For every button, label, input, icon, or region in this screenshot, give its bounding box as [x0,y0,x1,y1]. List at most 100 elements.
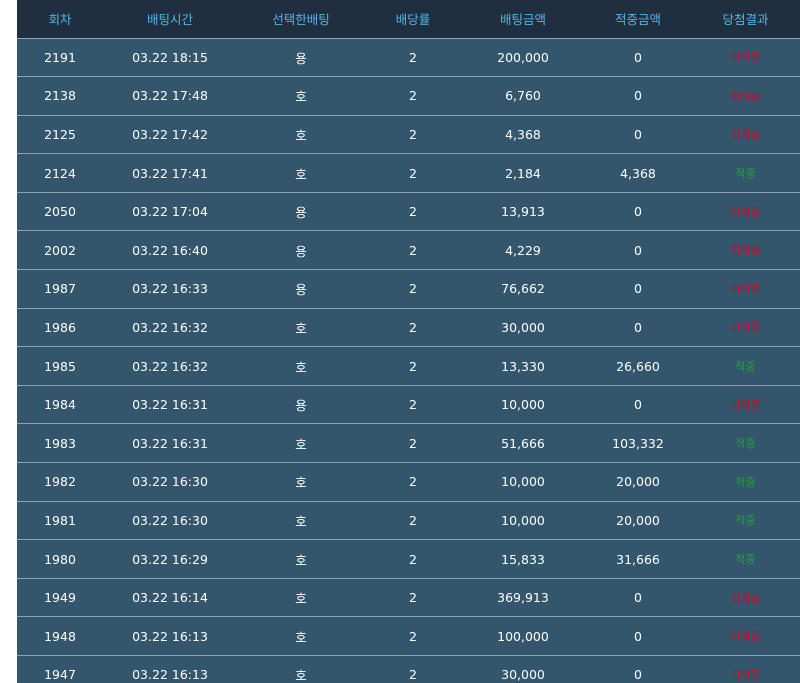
cell-selected-bet: 호 [237,346,365,386]
cell-odds: 2 [365,616,461,656]
cell-selected-bet: 호 [237,115,365,155]
cell-bet-amount: 200,000 [461,38,585,78]
cell-odds: 2 [365,308,461,348]
cell-win-amount: 103,332 [585,423,691,464]
cell-selected-bet: 호 [237,616,365,656]
cell-odds: 2 [365,115,461,155]
cell-round: 1987 [17,269,103,309]
cell-odds: 2 [365,269,461,309]
cell-selected-bet: 호 [237,501,365,541]
cell-result: 미적중 [691,655,800,683]
bet-history-table: 회차 배팅시간 선택한배팅 배당률 배팅금액 적중금액 당첨결과 2191 03.… [17,0,800,683]
cell-bet-amount: 4,229 [461,230,585,271]
cell-win-amount: 20,000 [585,501,691,541]
cell-bet-amount: 51,666 [461,423,585,464]
table-row: 2191 03.22 18:15 용 2 200,000 0 미적중 [17,38,800,78]
cell-selected-bet: 호 [237,539,365,579]
header-row: 회차 배팅시간 선택한배팅 배당률 배팅금액 적중금액 당첨결과 [17,0,800,39]
cell-win-amount: 0 [585,38,691,78]
table-row: 1983 03.22 16:31 호 2 51,666 103,332 적중 [17,423,800,464]
cell-selected-bet: 호 [237,76,365,116]
table-header: 회차 배팅시간 선택한배팅 배당률 배팅금액 적중금액 당첨결과 [17,0,800,39]
cell-bet-amount: 13,330 [461,346,585,386]
cell-selected-bet: 용 [237,230,365,271]
cell-round: 1981 [17,501,103,541]
cell-result: 미적중 [691,115,800,155]
cell-round: 1986 [17,308,103,348]
table-row: 1986 03.22 16:32 호 2 30,000 0 미적중 [17,308,800,348]
cell-selected-bet: 호 [237,153,365,193]
cell-bet-time: 03.22 18:15 [103,38,237,78]
cell-odds: 2 [365,423,461,464]
cell-round: 2125 [17,115,103,155]
cell-win-amount: 0 [585,616,691,656]
table-row: 1949 03.22 16:14 호 2 369,913 0 미적중 [17,578,800,618]
cell-round: 1949 [17,578,103,618]
table-row: 1984 03.22 16:31 용 2 10,000 0 미적중 [17,385,800,425]
cell-result: 미적중 [691,230,800,271]
cell-bet-amount: 2,184 [461,153,585,193]
cell-selected-bet: 호 [237,423,365,464]
cell-result: 미적중 [691,76,800,116]
header-round: 회차 [17,0,103,39]
cell-odds: 2 [365,578,461,618]
cell-result: 적중 [691,346,800,386]
header-win-amount: 적중금액 [585,0,691,39]
cell-bet-time: 03.22 17:48 [103,76,237,116]
cell-result: 미적중 [691,269,800,309]
cell-bet-time: 03.22 16:30 [103,501,237,541]
cell-result: 적중 [691,539,800,579]
table-row: 1948 03.22 16:13 호 2 100,000 0 미적중 [17,616,800,656]
cell-round: 2124 [17,153,103,193]
cell-round: 1982 [17,462,103,502]
cell-round: 1948 [17,616,103,656]
cell-bet-time: 03.22 16:31 [103,423,237,464]
cell-win-amount: 0 [585,308,691,348]
cell-round: 2191 [17,38,103,78]
cell-selected-bet: 호 [237,655,365,683]
cell-bet-time: 03.22 16:13 [103,655,237,683]
cell-bet-time: 03.22 17:04 [103,192,237,232]
cell-odds: 2 [365,462,461,502]
table-row: 1982 03.22 16:30 호 2 10,000 20,000 적중 [17,462,800,502]
table-body: 2191 03.22 18:15 용 2 200,000 0 미적중 2138 03.22 17… [17,38,800,683]
cell-selected-bet: 용 [237,269,365,309]
cell-round: 2050 [17,192,103,232]
cell-bet-amount: 4,368 [461,115,585,155]
cell-odds: 2 [365,192,461,232]
cell-bet-amount: 13,913 [461,192,585,232]
table-row: 1985 03.22 16:32 호 2 13,330 26,660 적중 [17,346,800,386]
cell-win-amount: 0 [585,578,691,618]
cell-result: 미적중 [691,385,800,425]
cell-result: 적중 [691,423,800,464]
cell-bet-time: 03.22 16:30 [103,462,237,502]
cell-round: 1983 [17,423,103,464]
cell-result: 적중 [691,153,800,193]
cell-bet-amount: 15,833 [461,539,585,579]
cell-odds: 2 [365,38,461,78]
table-row: 1947 03.22 16:13 호 2 30,000 0 미적중 [17,655,800,683]
table-row: 2138 03.22 17:48 호 2 6,760 0 미적중 [17,76,800,116]
cell-round: 2138 [17,76,103,116]
cell-win-amount: 4,368 [585,153,691,193]
cell-result: 미적중 [691,578,800,618]
cell-win-amount: 0 [585,269,691,309]
cell-bet-amount: 10,000 [461,501,585,541]
cell-bet-time: 03.22 16:33 [103,269,237,309]
cell-odds: 2 [365,230,461,271]
cell-bet-time: 03.22 16:14 [103,578,237,618]
bet-history-panel: 회차 배팅시간 선택한배팅 배당률 배팅금액 적중금액 당첨결과 2191 03.… [17,0,800,683]
table-row: 1980 03.22 16:29 호 2 15,833 31,666 적중 [17,539,800,579]
cell-bet-time: 03.22 17:41 [103,153,237,193]
cell-win-amount: 26,660 [585,346,691,386]
cell-bet-amount: 6,760 [461,76,585,116]
cell-result: 미적중 [691,308,800,348]
cell-bet-amount: 30,000 [461,308,585,348]
cell-round: 1985 [17,346,103,386]
cell-round: 1980 [17,539,103,579]
cell-odds: 2 [365,501,461,541]
cell-bet-amount: 10,000 [461,385,585,425]
header-result: 당첨결과 [691,0,800,39]
cell-win-amount: 0 [585,230,691,271]
table-row: 1981 03.22 16:30 호 2 10,000 20,000 적중 [17,501,800,541]
